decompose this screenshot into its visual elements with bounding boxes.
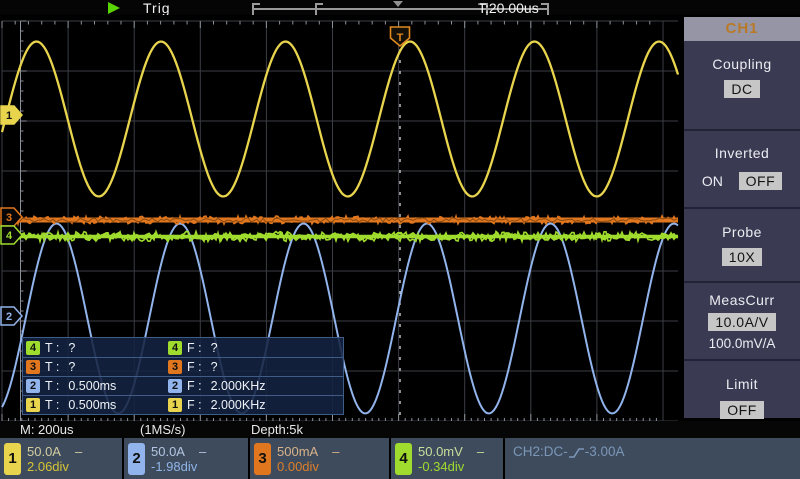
ch1-offset: 2.06div bbox=[27, 459, 82, 474]
probe-label: Probe bbox=[684, 224, 800, 240]
menu-title: CH1 bbox=[684, 17, 800, 41]
ch3-offset: 0.00div bbox=[277, 459, 339, 474]
coupling-value-button[interactable]: DC bbox=[724, 80, 759, 98]
menu-section-meascurr[interactable]: MeasCurr 10.0A/V 100.0mV/A bbox=[684, 281, 800, 359]
ch4-coupling-icon: – bbox=[477, 444, 484, 459]
menu-section-inverted[interactable]: Inverted ON OFF bbox=[684, 129, 800, 207]
sample-rate-readout: (1MS/s) bbox=[140, 422, 186, 437]
ch1-position-marker-label: 1 bbox=[6, 110, 12, 122]
ch4-offset: -0.34div bbox=[418, 459, 484, 474]
acquisition-status-bar: M: 200us (1MS/s) Depth:5k bbox=[0, 421, 800, 438]
meascurr-label: MeasCurr bbox=[684, 292, 800, 308]
ch2-offset: -1.98div bbox=[151, 459, 206, 474]
coupling-label: Coupling bbox=[684, 56, 800, 72]
rising-edge-icon bbox=[569, 447, 584, 459]
period-label: T : bbox=[45, 341, 59, 355]
ch4-number-badge: 4 bbox=[395, 443, 412, 475]
limit-value-button[interactable]: OFF bbox=[720, 401, 764, 419]
ch1-waveform bbox=[2, 42, 678, 197]
inverted-label: Inverted bbox=[684, 145, 800, 161]
ch3-period-value: ? bbox=[68, 360, 75, 374]
probe-value-button[interactable]: 10X bbox=[722, 248, 762, 266]
ch1-badge: 1 bbox=[168, 398, 182, 412]
trigger-time-marker-label: T bbox=[397, 32, 404, 44]
channel-info-bar: 1 50.0A– 2.06div 2 50.0A– -1.98div 3 500… bbox=[0, 438, 800, 479]
ch3-number-badge: 3 bbox=[254, 443, 271, 475]
meascurr-value-button[interactable]: 10.0A/V bbox=[708, 313, 775, 331]
memory-depth-readout: Depth:5k bbox=[251, 422, 303, 437]
ch3-info-box[interactable]: 3 500mA– 0.00div bbox=[250, 438, 389, 479]
horizontal-offset-readout: T:20.00us bbox=[478, 0, 539, 16]
freq-label: F : bbox=[187, 360, 202, 374]
ch2-badge: 2 bbox=[26, 379, 40, 393]
ch3-badge: 3 bbox=[26, 360, 40, 374]
ch2-badge: 2 bbox=[168, 379, 182, 393]
ch2-position-marker-label: 2 bbox=[6, 311, 12, 323]
ch1-coupling-icon: – bbox=[75, 444, 82, 459]
inverted-off-option[interactable]: OFF bbox=[739, 172, 783, 190]
ch2-scale: 50.0A bbox=[151, 444, 185, 459]
freq-label: F : bbox=[187, 379, 202, 393]
trigger-position-pointer-icon bbox=[393, 1, 403, 7]
ch3-scale: 500mA bbox=[277, 444, 318, 459]
ch2-period-value: 0.500ms bbox=[68, 379, 116, 393]
ch1-info-box[interactable]: 1 50.0A– 2.06div bbox=[0, 438, 122, 479]
ch4-info-box[interactable]: 4 50.0mV– -0.34div bbox=[391, 438, 503, 479]
trigger-level-value: -3.00A bbox=[585, 444, 625, 459]
menu-section-probe[interactable]: Probe 10X bbox=[684, 207, 800, 281]
menu-section-coupling[interactable]: Coupling DC bbox=[684, 56, 800, 129]
ch1-number-badge: 1 bbox=[4, 443, 21, 475]
ch4-period-value: ? bbox=[68, 341, 75, 355]
ch2-freq-value: 2.000KHz bbox=[211, 379, 266, 393]
ch1-period-value: 0.500ms bbox=[68, 398, 116, 412]
ch2-info-box[interactable]: 2 50.0A– -1.98div bbox=[124, 438, 248, 479]
ch4-position-marker-label: 4 bbox=[6, 230, 13, 242]
timebase-readout: M: 200us bbox=[20, 422, 73, 437]
ch4-badge: 4 bbox=[168, 341, 182, 355]
inverted-on-option[interactable]: ON bbox=[702, 173, 723, 189]
limit-label: Limit bbox=[684, 376, 800, 392]
meascurr-sub-value: 100.0mV/A bbox=[684, 336, 800, 351]
freq-label: F : bbox=[187, 341, 202, 355]
run-status-icon bbox=[108, 2, 120, 14]
measurement-overlay: 4 T :? 4 F :? 3 T :? 3 F :? 2 T : 0.500ms 2 F :… bbox=[22, 337, 344, 415]
freq-label: F : bbox=[187, 398, 202, 412]
ch4-scale: 50.0mV bbox=[418, 444, 463, 459]
ch3-badge: 3 bbox=[168, 360, 182, 374]
oscilloscope-screen: Trig T:20.00us T 1 2 3 4 4 T :? 4 F :? 3 T :? 3… bbox=[0, 0, 800, 479]
ch1-freq-value: 2.000KHz bbox=[211, 398, 266, 412]
trigger-source-coupling: CH2:DC- bbox=[513, 444, 568, 459]
ch1-badge: 1 bbox=[26, 398, 40, 412]
ch4-freq-value: ? bbox=[211, 341, 218, 355]
period-label: T : bbox=[45, 379, 59, 393]
channel-menu-panel: CH1 Coupling DC Inverted ON OFF Probe 10… bbox=[684, 17, 800, 418]
ch2-number-badge: 2 bbox=[128, 443, 145, 475]
trigger-status-label: Trig bbox=[143, 0, 171, 16]
ch4-badge: 4 bbox=[26, 341, 40, 355]
ch2-coupling-icon: – bbox=[199, 444, 206, 459]
top-status-bar: Trig T:20.00us bbox=[0, 0, 800, 15]
trigger-info-box[interactable]: CH2:DC- -3.00A bbox=[505, 438, 800, 479]
ch3-coupling-icon: – bbox=[332, 444, 339, 459]
ch3-freq-value: ? bbox=[211, 360, 218, 374]
period-label: T : bbox=[45, 360, 59, 374]
ch3-position-marker-label: 3 bbox=[6, 212, 12, 224]
period-label: T : bbox=[45, 398, 59, 412]
ch1-scale: 50.0A bbox=[27, 444, 61, 459]
